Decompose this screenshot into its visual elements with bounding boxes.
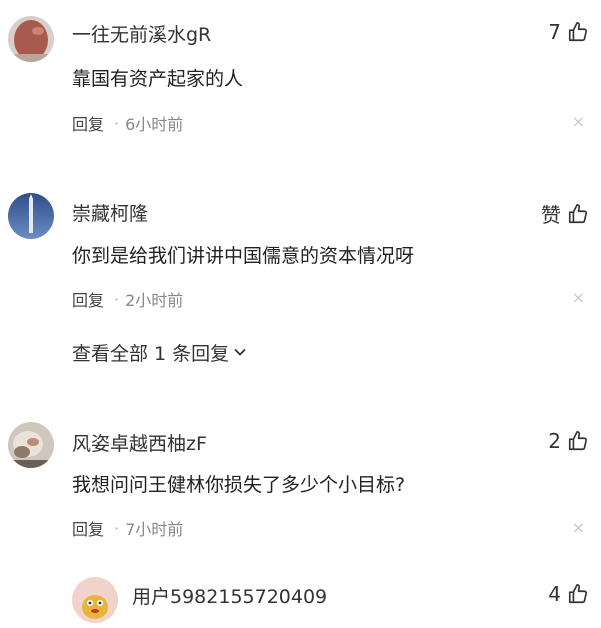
thumbs-up-icon <box>567 583 589 605</box>
username[interactable]: 用户5982155720409 <box>132 582 327 609</box>
avatar[interactable] <box>72 577 118 623</box>
like-button[interactable]: 4 <box>548 582 589 606</box>
like-count: 4 <box>548 582 561 606</box>
reply-item: 用户5982155720409 4 <box>0 0 601 628</box>
